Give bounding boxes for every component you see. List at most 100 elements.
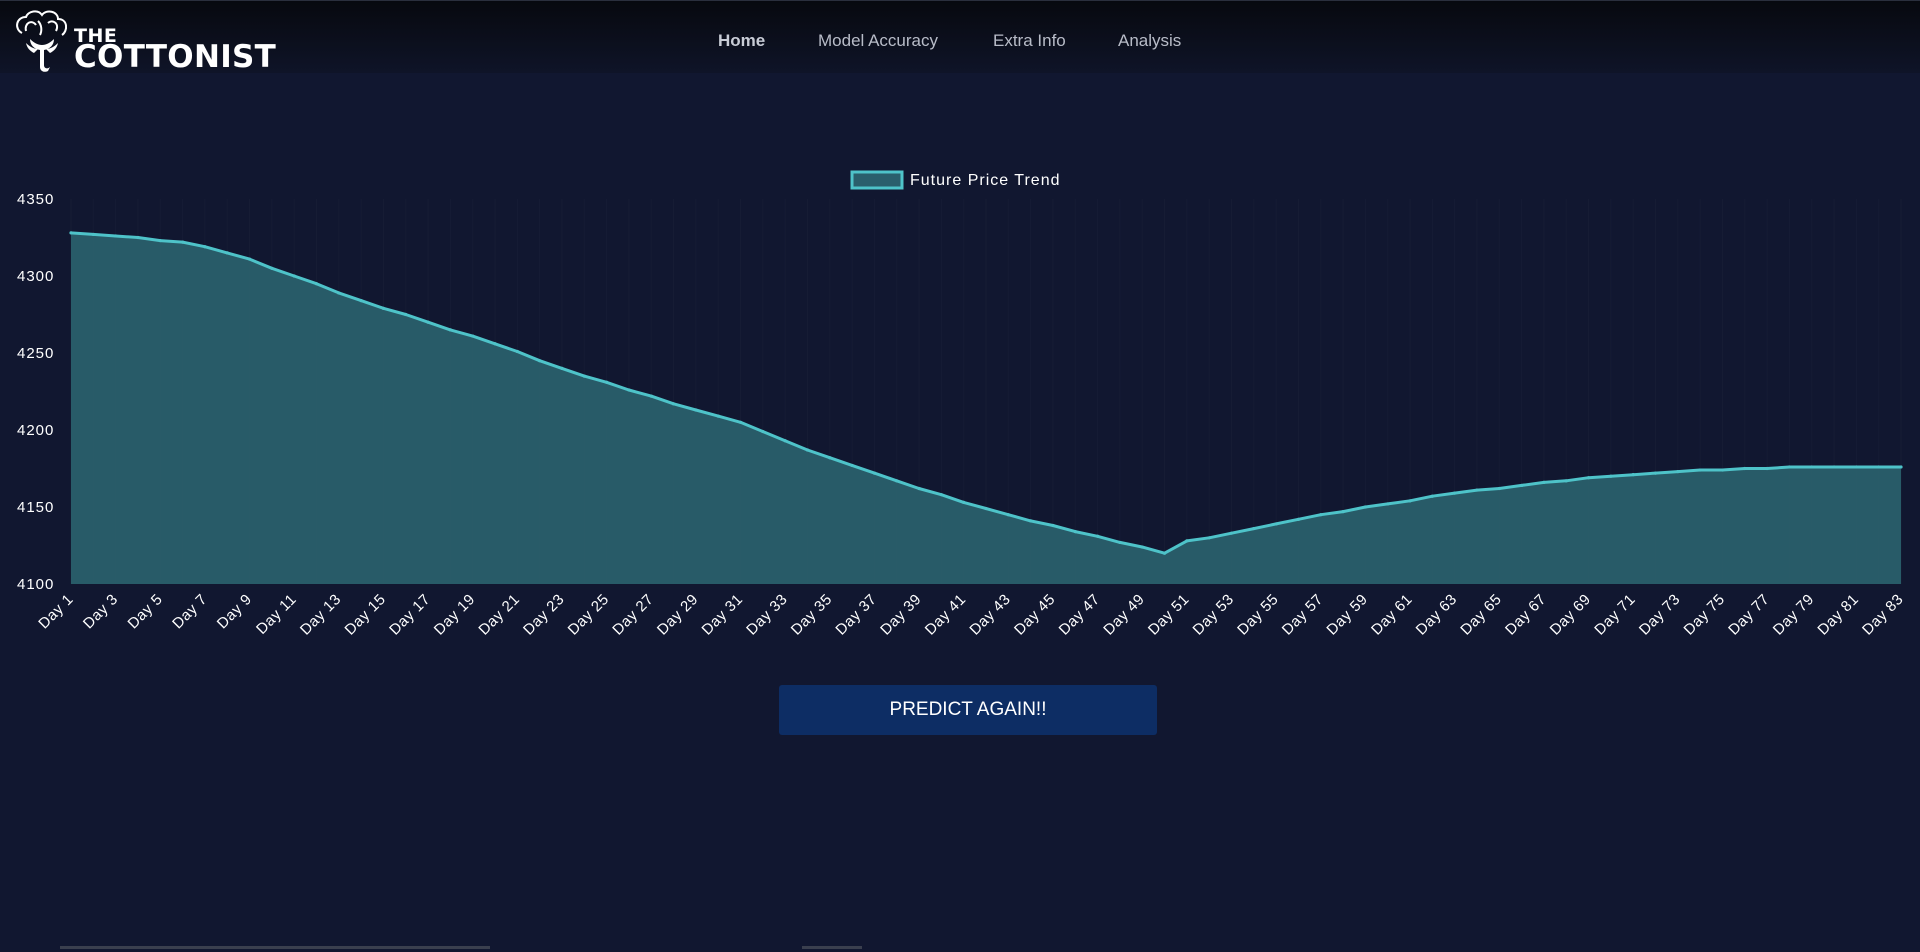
data-point: [314, 282, 319, 286]
x-tick-label: Day 59: [1323, 591, 1371, 639]
x-tick-label: Day 41: [922, 591, 970, 639]
x-tick-label: Day 3: [80, 591, 121, 632]
data-point: [225, 251, 229, 255]
x-tick-label: Day 57: [1279, 591, 1327, 639]
data-point: [1229, 531, 1234, 535]
x-tick-label: Day 61: [1368, 591, 1416, 639]
x-tick-label: Day 7: [169, 591, 210, 632]
x-tick-label: Day 63: [1413, 591, 1461, 639]
nav-model-accuracy[interactable]: Model Accuracy: [818, 31, 938, 51]
x-tick-label: Day 43: [966, 591, 1014, 639]
horizontal-scrollbar[interactable]: [0, 946, 1920, 952]
scrollbar-thumb[interactable]: [60, 946, 490, 949]
data-point: [1520, 483, 1524, 488]
x-tick-label: Day 67: [1502, 591, 1550, 639]
x-tick-label: Day 37: [832, 591, 880, 639]
data-point: [1765, 466, 1769, 471]
data-point: [247, 257, 252, 261]
data-point: [1162, 551, 1167, 555]
x-tick-label: Day 71: [1591, 591, 1639, 639]
data-point: [1095, 534, 1100, 538]
data-point: [761, 429, 765, 434]
x-tick-label: Day 1: [35, 591, 76, 632]
data-point: [180, 240, 185, 244]
x-tick-label: Day 79: [1770, 591, 1818, 639]
data-point: [1899, 465, 1903, 469]
price-trend-chart: Future Price Trend 4100 4150 4200 4250 4300 4…: [0, 160, 1920, 660]
data-point: [1676, 469, 1680, 474]
data-point: [404, 312, 408, 317]
data-point: [1631, 473, 1635, 477]
data-point: [1408, 499, 1412, 503]
data-point: [1475, 488, 1479, 492]
data-point: [493, 342, 497, 346]
data-point: [1497, 486, 1501, 491]
legend-swatch: [850, 170, 904, 190]
data-point: [1051, 523, 1055, 528]
data-point: [136, 235, 140, 240]
data-point: [850, 463, 854, 468]
x-tick-label: Day 75: [1681, 591, 1729, 639]
x-tick-label: Day 33: [743, 591, 791, 639]
data-point: [1810, 465, 1814, 469]
nav-analysis[interactable]: Analysis: [1118, 31, 1181, 51]
data-point: [1363, 505, 1367, 509]
data-point: [917, 486, 921, 491]
data-point: [1140, 545, 1144, 549]
data-point: [805, 448, 810, 452]
data-point: [1006, 513, 1010, 517]
data-point: [560, 366, 564, 370]
data-point: [1653, 471, 1658, 475]
y-tick-label: 4250: [17, 345, 54, 362]
data-point: [1296, 517, 1301, 521]
x-tick-label: Day 49: [1100, 591, 1148, 639]
x-tick-label: Day 53: [1190, 591, 1238, 639]
main-nav: Home Model Accuracy Extra Info Analysis: [0, 31, 1920, 53]
data-point: [1854, 465, 1858, 469]
data-point: [1743, 466, 1747, 471]
data-point: [381, 306, 386, 310]
data-point: [1542, 480, 1546, 484]
data-point: [1341, 510, 1345, 514]
data-point: [337, 291, 341, 295]
x-tick-label: Day 77: [1725, 591, 1773, 639]
data-point: [783, 439, 787, 443]
data-point: [1118, 540, 1122, 545]
data-point: [1029, 519, 1033, 523]
x-tick-label: Day 39: [877, 591, 925, 639]
x-tick-label: Day 9: [214, 591, 255, 632]
data-point: [962, 500, 966, 504]
data-point: [538, 359, 542, 363]
data-point: [1720, 468, 1725, 472]
x-tick-label: Day 21: [475, 591, 523, 639]
predict-again-button[interactable]: PREDICT AGAIN!!: [779, 685, 1157, 735]
nav-extra-info[interactable]: Extra Info: [993, 31, 1066, 51]
y-tick-label: 4350: [17, 191, 54, 208]
y-tick-label: 4300: [17, 268, 54, 285]
data-point: [471, 334, 475, 338]
scrollbar-thumb-secondary[interactable]: [802, 946, 862, 949]
data-point: [1698, 468, 1702, 472]
chart-canvas: Future Price Trend 410041504200425043004…: [17, 170, 1907, 639]
x-tick-label: Day 35: [788, 591, 836, 639]
chart-legend[interactable]: Future Price Trend: [850, 170, 1061, 190]
data-point: [292, 274, 296, 278]
data-point: [582, 374, 586, 378]
x-tick-label: Day 81: [1814, 591, 1862, 639]
data-point: [1430, 494, 1434, 498]
data-point: [649, 394, 653, 398]
x-tick-label: Day 5: [125, 591, 166, 632]
nav-home[interactable]: Home: [718, 31, 765, 51]
top-navigation-bar: THE COTTONIST Home Model Accuracy Extra …: [0, 0, 1920, 73]
data-point: [515, 349, 519, 354]
x-tick-label: Day 17: [386, 591, 434, 639]
data-point: [1877, 465, 1881, 469]
data-point: [1564, 479, 1568, 483]
data-point: [1787, 465, 1792, 469]
data-point: [1832, 465, 1836, 469]
data-point: [605, 380, 609, 384]
x-tick-label: Day 13: [297, 591, 345, 639]
x-tick-label: Day 69: [1547, 591, 1595, 639]
data-point: [158, 238, 162, 243]
x-tick-label: Day 83: [1859, 591, 1907, 639]
